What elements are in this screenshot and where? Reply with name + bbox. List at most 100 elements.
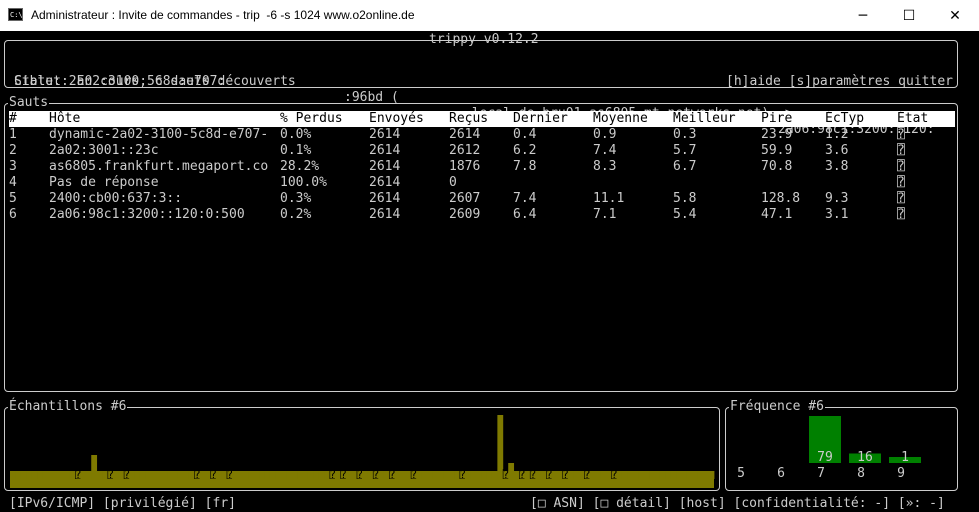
sample-bar (649, 471, 655, 479)
hop-no: 5 (9, 191, 17, 206)
hop-stdev: 3.6 (825, 143, 849, 158)
close-button[interactable]: ✕ (932, 0, 978, 31)
frequency-axis-label: 7 (817, 466, 825, 481)
hop-loss: 0.0% (280, 127, 312, 142)
sample-bar (85, 471, 92, 479)
hop-avg: 8.3 (593, 159, 617, 174)
sample-bar (464, 471, 471, 479)
hop-loss: 28.2% (280, 159, 320, 174)
table-row[interactable]: 2 2a02:3001::23c 0.1% 2614 2612 6.2 7.4 5.7 59.9… (9, 143, 955, 159)
hop-host: Pas de réponse (49, 175, 159, 190)
sample-bar (627, 471, 634, 479)
table-row[interactable]: 5 2400:cb00:637:3:: 0.3% 2614 2607 7.4 11.1 5.8… (9, 191, 955, 207)
hop-state-icon: ⍰ (897, 191, 905, 206)
hop-loss: 0.1% (280, 143, 312, 158)
hop-snd: 2614 (369, 175, 401, 190)
sample-bar (242, 471, 249, 479)
hop-loss: 100.0% (280, 175, 327, 190)
hop-loss: 0.3% (280, 191, 312, 206)
col-header-host[interactable]: Hôte (49, 111, 80, 127)
col-header-best[interactable]: Meilleur (673, 111, 736, 127)
frequency-axis-label: 8 (857, 466, 865, 481)
sample-bar (20, 471, 27, 479)
sample-bar (394, 471, 401, 479)
sample-bar (632, 471, 639, 479)
app-version-title: trippy v0.12.2 (429, 32, 539, 47)
minimize-button[interactable]: ─ (840, 0, 886, 31)
table-row[interactable]: 6 2a06:98c1:3200::120:0:500 0.2% 2614 2609 6.… (9, 207, 955, 223)
col-header-loss[interactable]: % Perdus (280, 111, 343, 127)
frequency-axis-label: 9 (897, 466, 905, 481)
sample-bar (248, 471, 255, 479)
sample-bar (161, 471, 168, 479)
hop-best: 0.3 (673, 127, 697, 142)
col-header-stdev[interactable]: ÉcTyp (825, 111, 864, 127)
hop-avg: 7.4 (593, 143, 617, 158)
window-titlebar[interactable]: C:\ Administrateur : Invite de commandes… (0, 0, 979, 31)
hop-rcv: 2609 (449, 207, 481, 222)
sample-bar (286, 471, 292, 479)
hop-host: as6805.frankfurt.megaport.co (49, 159, 269, 174)
samples-box: Échantillons #6 ⍰ ⍰ ⍰ ⍰ ⍰ ⍰ ⍰ ⍰ ⍰ ⍰ ⍰ ⍰ ⍰ ⍰ ⍰ ⍰ ⍰ ⍰ ⍰ ⍰ (4, 399, 720, 491)
footer-toggles[interactable]: [□ ASN] [□ détail] [host] [confidentiali… (530, 495, 945, 512)
sample-bar (508, 463, 515, 479)
hop-stdev: 3.8 (825, 159, 849, 174)
sample-bar (237, 471, 244, 479)
sample-bar (280, 471, 287, 479)
col-header-state[interactable]: État (897, 111, 928, 127)
col-header-received[interactable]: Reçus (449, 111, 488, 127)
hop-host: dynamic-2a02-3100-5c8d-e707- (49, 127, 269, 142)
sample-bar (259, 471, 265, 479)
hop-no: 2 (9, 143, 17, 158)
col-header-worst[interactable]: Pire (761, 111, 792, 127)
col-header-last[interactable]: Dernier (513, 111, 568, 127)
status-text: Statut: En cours, 6 sauts découverts (14, 74, 296, 89)
frequency-bar-label: 16 (857, 450, 873, 465)
sample-bar (589, 471, 596, 479)
col-header-sent[interactable]: Envoyés (369, 111, 424, 127)
hop-no: 3 (9, 159, 17, 174)
sample-bar (421, 471, 428, 479)
sample-bar (31, 471, 38, 479)
hop-wrst: 70.8 (761, 159, 793, 174)
sample-bar (53, 471, 60, 479)
table-row[interactable]: 4 Pas de réponse 100.0% 2614 0 ⍰ (9, 175, 955, 191)
sample-bar (199, 471, 206, 479)
col-header-average[interactable]: Moyenne (593, 111, 648, 127)
hop-last: 6.4 (513, 207, 537, 222)
sample-bar (432, 471, 439, 479)
sample-bar (269, 471, 276, 479)
sample-bar (643, 471, 650, 479)
hop-snd: 2614 (369, 159, 401, 174)
sample-bar (134, 471, 141, 479)
sample-bar (42, 471, 49, 479)
sample-bar (659, 471, 666, 479)
terminal[interactable]: trippy v0.12.2 Cible: 2a02:3100:5c8d:e70… (0, 31, 979, 512)
hop-stdev: 9.3 (825, 191, 849, 206)
hop-no: 4 (9, 175, 17, 190)
sample-bar (15, 471, 22, 479)
frequency-axis-label: 6 (777, 466, 785, 481)
hops-table[interactable]: # Hôte % Perdus Envoyés Reçus Dernier Mo… (9, 111, 955, 223)
sample-bar (172, 471, 179, 479)
footer-bar: [IPv6/ICMP] [privilégié] [fr] [□ ASN] [□… (0, 495, 979, 512)
hop-state-icon: ⍰ (897, 143, 905, 158)
hops-header-row[interactable]: # Hôte % Perdus Envoyés Reçus Dernier Mo… (9, 111, 955, 127)
keybinding-hints[interactable]: [h]aide [s]paramètres quitter (726, 74, 953, 90)
hop-rcv: 2614 (449, 127, 481, 142)
sample-bar (665, 471, 672, 479)
col-header-number[interactable]: # (9, 111, 17, 127)
hop-wrst: 23.9 (761, 127, 793, 142)
sample-bar (703, 471, 709, 479)
sample-bar (47, 471, 54, 479)
sample-bar (275, 471, 282, 479)
sample-bar (26, 471, 33, 479)
table-row[interactable]: 1 dynamic-2a02-3100-5c8d-e707- 0.0% 2614 261… (9, 127, 955, 143)
table-row[interactable]: 3 as6805.frankfurt.megaport.co 28.2% 2614 18… (9, 159, 955, 175)
sample-bar (426, 471, 433, 479)
maximize-button[interactable]: ☐ (886, 0, 932, 31)
sample-bar (551, 471, 558, 479)
hop-avg: 11.1 (593, 191, 625, 206)
sample-bar (145, 471, 152, 479)
sample-bar (491, 471, 498, 479)
